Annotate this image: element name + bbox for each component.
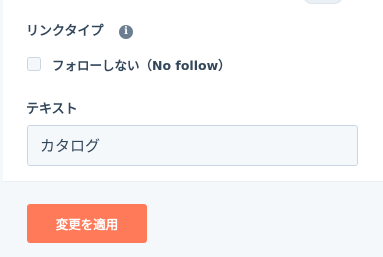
panel-top-handle (303, 0, 343, 4)
apply-changes-button[interactable]: 変更を適用 (27, 204, 147, 243)
text-field-label: テキスト (26, 102, 78, 117)
footer-divider (3, 181, 383, 182)
nofollow-checkbox[interactable] (27, 57, 41, 71)
nofollow-checkbox-row[interactable]: フォローしない（No follow） (27, 55, 231, 73)
info-icon[interactable]: i (119, 25, 133, 39)
nofollow-checkbox-label[interactable]: フォローしない（No follow） (52, 55, 231, 74)
link-type-label: リンクタイプ (26, 24, 104, 39)
link-text-input[interactable] (27, 125, 358, 166)
